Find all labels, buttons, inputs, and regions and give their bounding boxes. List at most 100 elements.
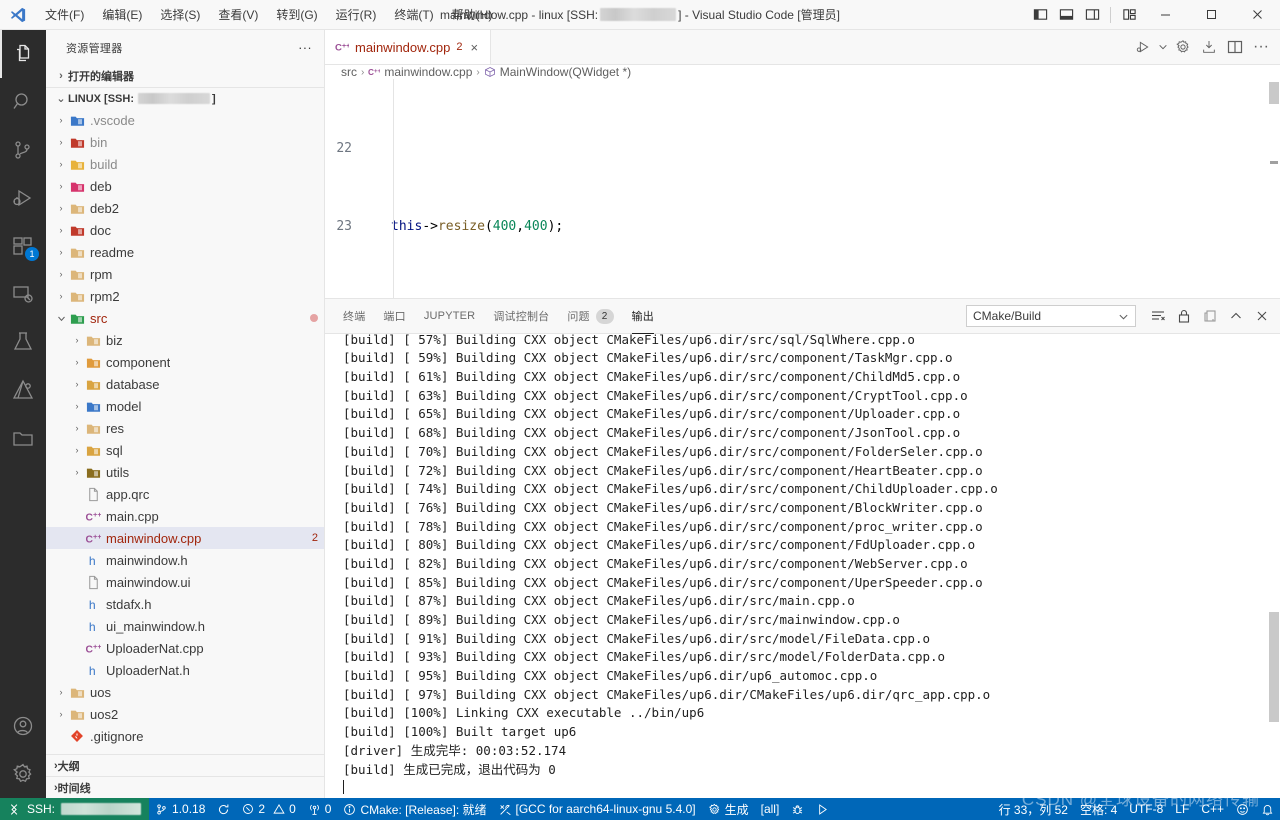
editor-tab-mainwindow-cpp[interactable]: C++ mainwindow.cpp 2 × (325, 30, 491, 64)
file-tree[interactable]: ›.vscode›bin›build›deb›deb2›doc›readme›r… (46, 109, 324, 754)
panel-tab-problems[interactable]: 问题 2 (567, 299, 613, 334)
chevron-right-icon[interactable]: › (54, 203, 68, 213)
activitybar-item-explorer[interactable] (0, 30, 46, 78)
activitybar-item-run-and-debug[interactable] (0, 174, 46, 222)
chevron-right-icon[interactable]: › (70, 357, 84, 367)
chevron-right-icon[interactable]: › (54, 269, 68, 279)
editor-vertical-scrollbar[interactable] (1266, 79, 1280, 298)
tree-item-ui-mainwindow-h[interactable]: hui_mainwindow.h (46, 615, 324, 637)
chevron-right-icon[interactable]: › (70, 335, 84, 345)
tree-item-deb2[interactable]: ›deb2 (46, 197, 324, 219)
breadcrumb-item-symbol[interactable]: MainWindow(QWidget *) (484, 65, 631, 79)
tree-item-sql[interactable]: ›sql (46, 439, 324, 461)
toggle-panel-icon[interactable] (1053, 0, 1079, 30)
status-feedback[interactable] (1230, 798, 1255, 820)
chevron-right-icon[interactable]: › (54, 291, 68, 301)
activitybar-item-source-control[interactable] (0, 126, 46, 174)
status-target[interactable]: [all] (755, 798, 786, 820)
breadcrumb-item-file[interactable]: C++ mainwindow.cpp (368, 65, 472, 79)
close-icon[interactable]: × (469, 40, 481, 55)
sidebar-section-outline[interactable]: › 大纲 (46, 754, 324, 776)
chevron-right-icon[interactable]: › (70, 423, 84, 433)
toggle-primary-sidebar-icon[interactable] (1027, 0, 1053, 30)
tree-item-bin[interactable]: ›bin (46, 131, 324, 153)
tree-item-biz[interactable]: ›biz (46, 329, 324, 351)
chevron-right-icon[interactable]: › (54, 115, 68, 125)
panel-scrollbar-thumb[interactable] (1269, 612, 1279, 722)
menu-file[interactable]: 文件(F) (36, 0, 93, 30)
tree-item-gitignore[interactable]: .gitignore (46, 725, 324, 747)
activitybar-item-accounts[interactable] (0, 702, 46, 750)
lock-icon[interactable] (1172, 303, 1196, 329)
clear-output-icon[interactable] (1146, 303, 1170, 329)
tree-item-app-qrc[interactable]: app.qrc (46, 483, 324, 505)
status-cursor-position[interactable]: 行 33，列 52 (993, 798, 1074, 820)
tree-item-readme[interactable]: ›readme (46, 241, 324, 263)
chevron-down-icon[interactable] (1156, 30, 1170, 65)
activitybar-item-search[interactable] (0, 78, 46, 126)
install-icon[interactable] (1196, 30, 1222, 65)
sidebar-section-timeline[interactable]: › 时间线 (46, 776, 324, 798)
status-notifications[interactable] (1255, 798, 1280, 820)
chevron-up-icon[interactable] (1224, 303, 1248, 329)
panel-tab-ports[interactable]: 端口 (383, 299, 405, 334)
chevron-right-icon[interactable]: › (54, 181, 68, 191)
activitybar-item-testing[interactable] (0, 318, 46, 366)
status-cmake[interactable]: CMake: [Release]: 就绪 (337, 798, 492, 820)
panel-tab-output[interactable]: 输出 (632, 299, 654, 334)
tree-item-mainwindow-cpp[interactable]: C++mainwindow.cpp2 (46, 527, 324, 549)
status-remote-host[interactable]: SSH: (0, 798, 149, 820)
status-indentation[interactable]: 空格: 4 (1074, 798, 1123, 820)
tree-item-uos[interactable]: ›uos (46, 681, 324, 703)
status-branch[interactable]: 1.0.18 (149, 798, 211, 820)
sidebar-more-actions-icon[interactable]: ··· (292, 40, 318, 55)
chevron-right-icon[interactable]: › (54, 159, 68, 169)
menu-help[interactable]: 帮助(H) (443, 0, 502, 30)
tree-item-mainwindow-h[interactable]: hmainwindow.h (46, 549, 324, 571)
tree-item-mainwindow-ui[interactable]: mainwindow.ui (46, 571, 324, 593)
toggle-secondary-sidebar-icon[interactable] (1079, 0, 1105, 30)
customize-layout-icon[interactable] (1116, 0, 1142, 30)
tree-item-main-cpp[interactable]: C++main.cpp (46, 505, 324, 527)
chevron-right-icon[interactable]: › (70, 467, 84, 477)
panel-vertical-scrollbar[interactable] (1266, 334, 1280, 776)
tree-item-src[interactable]: src (46, 307, 324, 329)
tree-item-component[interactable]: ›component (46, 351, 324, 373)
chevron-right-icon[interactable]: › (54, 247, 68, 257)
tree-item-uos2[interactable]: ›uos2 (46, 703, 324, 725)
status-kit[interactable]: [GCC for aarch64-linux-gnu 5.4.0] (493, 798, 702, 820)
status-sync[interactable] (211, 798, 236, 820)
menu-edit[interactable]: 编辑(E) (93, 0, 151, 30)
menu-selection[interactable]: 选择(S) (151, 0, 209, 30)
tree-item-utils[interactable]: ›utils (46, 461, 324, 483)
chevron-down-icon[interactable] (54, 314, 68, 323)
status-launch[interactable] (810, 798, 835, 820)
editor-scrollbar-thumb[interactable] (1269, 82, 1279, 104)
tree-item-doc[interactable]: ›doc (46, 219, 324, 241)
chevron-right-icon[interactable]: › (54, 225, 68, 235)
gear-icon[interactable] (1170, 30, 1196, 65)
tree-item-uploadernat-cpp[interactable]: C++UploaderNat.cpp (46, 637, 324, 659)
output-view[interactable]: [build] [ 55%] Building CXX object CMake… (325, 334, 1280, 798)
chevron-right-icon[interactable]: › (54, 709, 68, 719)
tree-item-rpm2[interactable]: ›rpm2 (46, 285, 324, 307)
minimize-window-button[interactable] (1142, 0, 1188, 30)
panel-tab-terminal[interactable]: 终端 (343, 299, 365, 334)
menu-run[interactable]: 运行(R) (327, 0, 386, 30)
status-problems[interactable]: 2 0 (236, 798, 301, 820)
tree-item-uploadernat-h[interactable]: hUploaderNat.h (46, 659, 324, 681)
activitybar-item-extensions[interactable]: 1 (0, 222, 46, 270)
chevron-right-icon[interactable]: › (54, 137, 68, 147)
chevron-right-icon[interactable]: › (70, 401, 84, 411)
tree-item-res[interactable]: ›res (46, 417, 324, 439)
status-encoding[interactable]: UTF-8 (1123, 798, 1169, 820)
sidebar-section-workspace[interactable]: ⌄ LINUX [SSH: ] (46, 87, 324, 109)
tree-item-build[interactable]: ›build (46, 153, 324, 175)
panel-tab-debug-console[interactable]: 调试控制台 (493, 299, 549, 334)
activitybar-item-cmake[interactable] (0, 366, 46, 414)
panel-tab-jupyter[interactable]: JUPYTER (424, 299, 476, 334)
tree-item-vscode[interactable]: ›.vscode (46, 109, 324, 131)
activitybar-item-settings[interactable] (0, 750, 46, 798)
status-debug[interactable] (785, 798, 810, 820)
ellipsis-icon[interactable]: ··· (1248, 30, 1274, 65)
